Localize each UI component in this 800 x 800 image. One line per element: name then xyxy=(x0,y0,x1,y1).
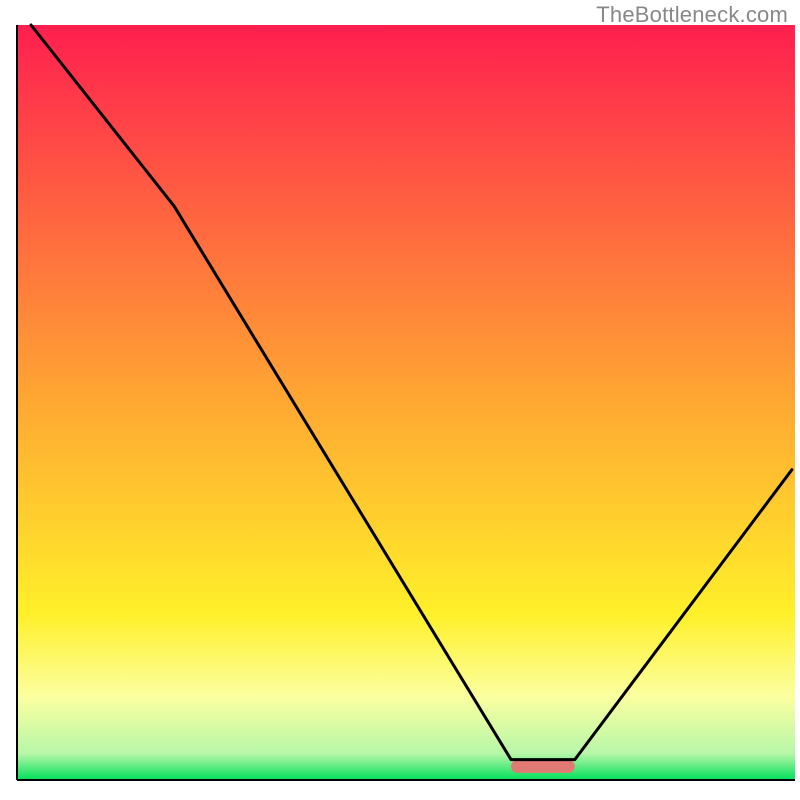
plot-background xyxy=(17,25,795,780)
chart-svg xyxy=(0,0,800,800)
bottleneck-chart: TheBottleneck.com xyxy=(0,0,800,800)
watermark-text: TheBottleneck.com xyxy=(596,2,788,28)
bottleneck-marker xyxy=(511,760,575,773)
